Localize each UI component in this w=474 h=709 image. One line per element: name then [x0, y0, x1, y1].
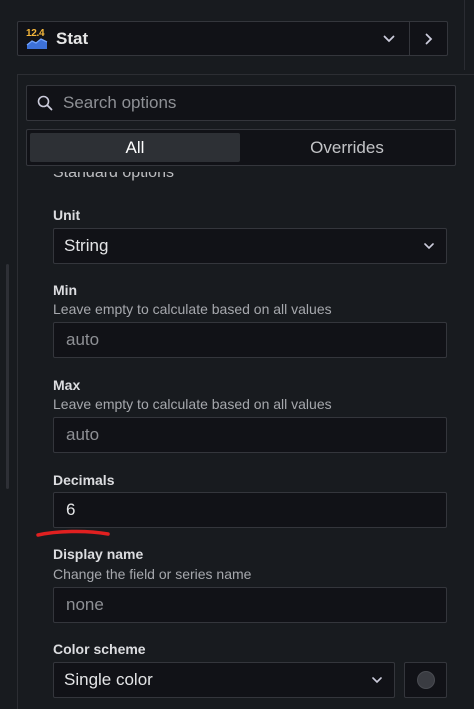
search-input[interactable] [61, 92, 455, 114]
color-swatch [416, 671, 435, 689]
max-label: Max [53, 377, 81, 393]
max-input[interactable] [64, 424, 446, 446]
decimals-field[interactable] [53, 492, 447, 528]
unit-value: String [64, 236, 109, 255]
chevron-right-icon [425, 33, 432, 44]
panel-editor-options: 12.4 Stat All Overrides Standard opt [0, 0, 474, 709]
min-field[interactable] [53, 322, 447, 358]
chevron-right-button[interactable] [409, 22, 447, 55]
color-scheme-value: Single color [64, 670, 153, 689]
chevron-down-icon [412, 242, 446, 250]
display-name-field[interactable] [53, 587, 447, 623]
max-description: Leave empty to calculate based on all va… [53, 396, 332, 412]
display-name-input[interactable] [64, 594, 446, 616]
visualization-select[interactable]: 12.4 Stat [18, 22, 369, 55]
visualization-picker: 12.4 Stat [17, 21, 448, 56]
decimals-input[interactable] [64, 499, 446, 521]
visualization-name: Stat [56, 28, 89, 48]
tab-all[interactable]: All [30, 133, 240, 162]
display-name-description: Change the field or series name [53, 566, 252, 582]
min-input[interactable] [64, 329, 446, 351]
chevron-down-icon[interactable] [369, 22, 409, 55]
search-icon [37, 95, 53, 111]
scrollbar[interactable] [6, 264, 9, 489]
color-picker-button[interactable] [404, 662, 447, 698]
tab-overrides[interactable]: Overrides [242, 133, 452, 162]
stat-viz-icon: 12.4 [26, 28, 48, 50]
display-name-label: Display name [53, 546, 144, 562]
unit-label: Unit [53, 207, 81, 223]
min-description: Leave empty to calculate based on all va… [53, 301, 332, 317]
color-scheme-select[interactable]: Single color [53, 662, 395, 698]
color-scheme-label: Color scheme [53, 641, 146, 657]
pane-divider [464, 0, 465, 70]
annotation-underline [36, 529, 110, 537]
search-options-field[interactable] [26, 85, 456, 121]
decimals-label: Decimals [53, 472, 115, 488]
options-tabs: All Overrides [26, 129, 456, 166]
max-field[interactable] [53, 417, 447, 453]
min-label: Min [53, 282, 78, 298]
chevron-down-icon [360, 676, 394, 684]
unit-select[interactable]: String [53, 228, 447, 264]
section-title-standard-options[interactable]: Standard options [53, 172, 353, 186]
